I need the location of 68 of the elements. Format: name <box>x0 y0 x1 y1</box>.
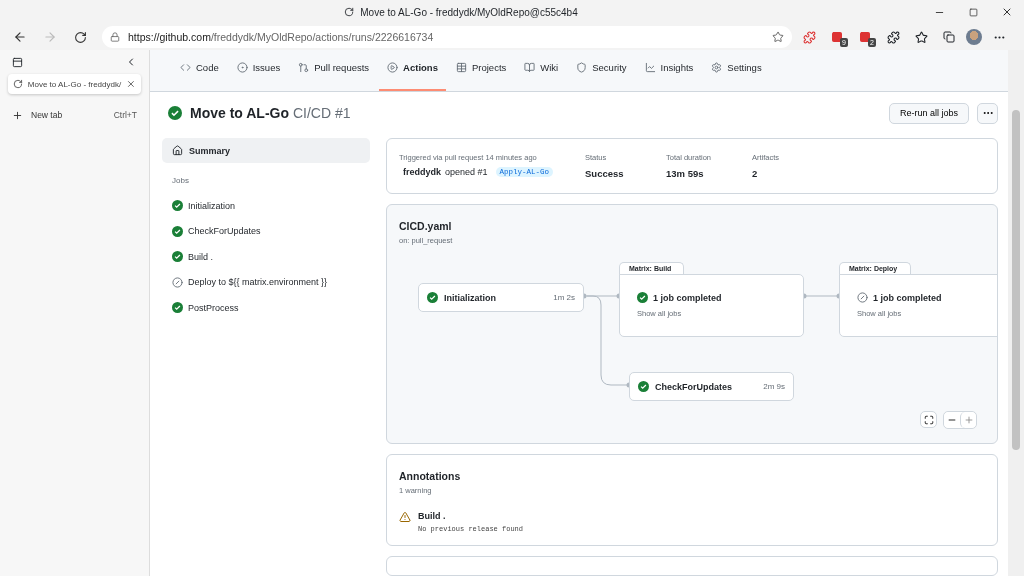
job-duration: 2m 9s <box>763 382 785 391</box>
book-icon <box>524 62 536 73</box>
close-tab-icon[interactable] <box>126 79 136 89</box>
settings-icon <box>711 62 723 73</box>
pull-request-icon <box>298 62 310 73</box>
browser-tab[interactable]: Move to AL-Go - freddydk/ <box>8 74 141 94</box>
repo-tab[interactable]: Projects <box>447 55 515 91</box>
matrix-summary: 1 job completed <box>653 292 722 303</box>
field-value: 13m 59s <box>666 168 705 179</box>
loading-icon <box>344 7 355 17</box>
fullscreen-button[interactable] <box>920 411 937 428</box>
window-title: Move to AL-Go - freddydk/MyOldRepo@c55c4b4 <box>360 6 578 18</box>
favorite-icon[interactable] <box>772 31 784 43</box>
job-node[interactable]: Initialization 1m 2s <box>418 283 584 312</box>
shield-icon <box>576 62 588 73</box>
annotations-title: Annotations <box>399 470 462 482</box>
job-name: Initialization <box>444 292 496 303</box>
table-icon <box>455 62 467 73</box>
run-title: Move to AL-Go CI/CD #1 <box>190 105 351 121</box>
actor-link[interactable]: freddydk <box>403 167 441 177</box>
maximize-icon <box>968 7 978 17</box>
repo-tab[interactable]: Code <box>172 55 227 91</box>
job-link[interactable]: Initialization <box>162 193 370 219</box>
job-name: CheckForUpdates <box>655 381 733 392</box>
repo-tab[interactable]: Settings <box>703 55 770 91</box>
job-link[interactable]: CheckForUpdates <box>162 218 370 244</box>
repo-tab[interactable]: Actions <box>379 55 446 91</box>
close-icon <box>1001 6 1013 18</box>
code-icon <box>180 62 191 73</box>
repo-tab[interactable]: Wiki <box>516 55 567 91</box>
address-bar[interactable]: https://github.com/freddydk/MyOldRepo/actions/runs/2226616734 <box>102 26 792 48</box>
job-link[interactable]: Deploy to ${{ matrix.environment }} <box>162 269 370 295</box>
field-value: 2 <box>752 168 759 179</box>
job-link[interactable]: PostProcess <box>162 295 370 321</box>
job-link[interactable]: Build . <box>162 244 370 270</box>
repo-tab[interactable]: Pull requests <box>290 55 378 91</box>
plus-icon <box>12 109 23 121</box>
tab-title: Move to AL-Go - freddydk/ <box>27 79 122 89</box>
circle-dot-icon <box>236 62 248 73</box>
jobs-heading: Jobs <box>171 175 190 187</box>
extension-logo-icon <box>831 31 843 43</box>
annotation-title: Build . <box>418 511 447 521</box>
back-icon <box>13 30 27 44</box>
home-icon <box>172 145 183 156</box>
lock-icon <box>110 32 120 42</box>
workflow-name: CICD.yaml <box>399 220 452 232</box>
action-text: opened #1 <box>445 167 488 177</box>
loading-icon <box>13 79 23 89</box>
tab-actions-icon[interactable] <box>12 56 23 68</box>
refresh-icon <box>73 30 87 44</box>
extension-logo-icon <box>859 31 871 43</box>
job-duration: 1m 2s <box>553 293 575 302</box>
forward-icon <box>43 30 57 44</box>
job-node[interactable]: CheckForUpdates 2m 9s <box>629 372 794 401</box>
fullscreen-icon <box>923 414 934 425</box>
repo-tab[interactable]: Insights <box>636 55 702 91</box>
more-options-button[interactable] <box>977 102 998 124</box>
play-icon <box>387 62 399 73</box>
profile-avatar[interactable] <box>966 29 982 45</box>
rerun-button[interactable]: Re-run all jobs <box>888 102 969 124</box>
summary-link[interactable]: Summary <box>162 138 370 163</box>
repo-tab[interactable]: Issues <box>228 55 289 91</box>
matrix-summary: 1 job completed <box>873 292 942 303</box>
field-value: Success <box>585 168 625 179</box>
chart-icon <box>644 62 656 73</box>
plus-icon <box>963 415 974 425</box>
repo-tab[interactable]: Security <box>568 55 635 91</box>
new-tab-button[interactable]: New tab Ctrl+T <box>8 104 141 126</box>
